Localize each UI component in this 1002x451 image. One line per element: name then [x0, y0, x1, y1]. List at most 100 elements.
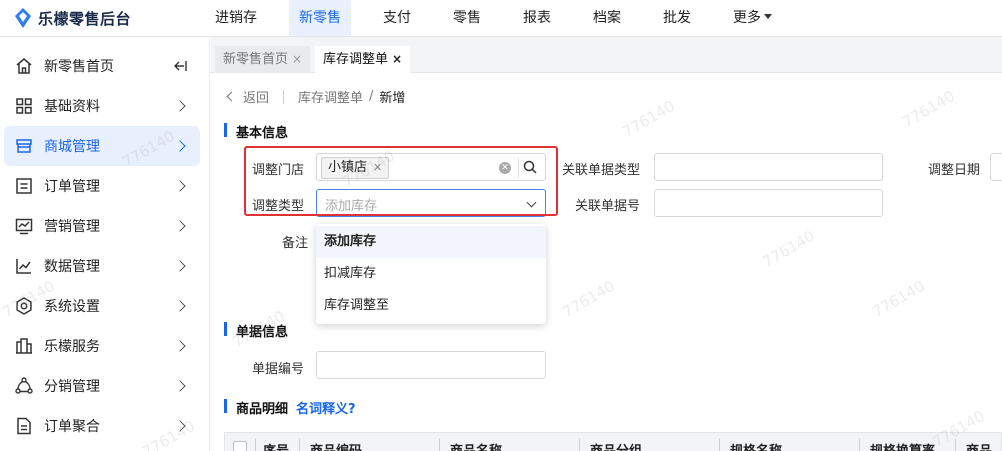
- nav-item-inventory[interactable]: 进销存: [205, 0, 267, 36]
- type-label: 调整类型: [252, 199, 305, 214]
- section-title-product-details: 商品明细 名词释义?: [224, 398, 356, 417]
- nav-item-archive[interactable]: 档案: [583, 0, 631, 36]
- building-icon: [16, 338, 32, 354]
- sidebar-item-basic-data[interactable]: 基础资料: [0, 86, 210, 126]
- settings-icon: [16, 297, 32, 315]
- nav-more-label: 更多: [733, 10, 761, 26]
- back-arrow-icon[interactable]: [226, 91, 237, 102]
- sidebar-item-data-management[interactable]: 数据管理: [0, 246, 210, 286]
- column-divider: [579, 439, 580, 451]
- related-type-label: 关联单据类型: [562, 163, 641, 178]
- sidebar-item-marketing-management[interactable]: 营销管理: [0, 206, 210, 246]
- sidebar-item-order-aggregation[interactable]: 订单聚合: [0, 406, 210, 446]
- grid-icon: [16, 98, 32, 114]
- sidebar-label: 乐檬服务: [44, 339, 100, 355]
- nav-item-retail[interactable]: 零售: [443, 0, 491, 36]
- nav-item-wholesale[interactable]: 批发: [653, 0, 701, 36]
- nav-item-more[interactable]: 更多: [723, 0, 782, 36]
- clear-icon[interactable]: ✕: [499, 162, 511, 174]
- adjust-type-dropdown: 添加库存 扣减库存 库存调整至: [316, 224, 546, 324]
- column-header-product-code: 商品编码: [310, 440, 362, 451]
- adjust-date-input[interactable]: [990, 153, 1002, 181]
- watermark: 776140: [899, 86, 958, 132]
- remark-label: 备注: [282, 236, 309, 251]
- home-icon: [16, 58, 32, 74]
- glossary-link[interactable]: 名词释义?: [296, 402, 356, 417]
- dropdown-option-add-stock[interactable]: 添加库存: [316, 226, 546, 258]
- chevron-right-icon: [174, 180, 186, 192]
- store-label: 调整门店: [252, 163, 305, 178]
- sidebar-item-distribution-management[interactable]: 分销管理: [0, 366, 210, 406]
- nav-item-reports[interactable]: 报表: [513, 0, 561, 36]
- tab-label: 库存调整单: [323, 52, 389, 67]
- sidebar-label: 基础资料: [44, 99, 100, 115]
- sidebar-label: 订单管理: [44, 179, 100, 195]
- sidebar-label: 新零售首页: [44, 59, 114, 75]
- column-divider: [955, 439, 956, 451]
- chevron-right-icon: [174, 300, 186, 312]
- related-no-input[interactable]: [654, 189, 883, 217]
- related-no-label: 关联单据号: [575, 199, 641, 214]
- store-select[interactable]: 小镇店 ✕ ✕: [316, 153, 546, 181]
- sidebar-label: 订单聚合: [44, 419, 100, 435]
- dropdown-option-adjust-to[interactable]: 库存调整至: [316, 290, 546, 322]
- chevron-right-icon: [174, 140, 186, 152]
- column-divider: [859, 439, 860, 451]
- sidebar-item-new-retail-home[interactable]: 新零售首页: [0, 46, 210, 86]
- adjust-type-select[interactable]: 添加库存: [316, 189, 546, 217]
- related-type-input[interactable]: [654, 153, 883, 181]
- doc-no-input[interactable]: [316, 351, 546, 379]
- dropdown-option-reduce-stock[interactable]: 扣减库存: [316, 258, 546, 290]
- search-divider: [518, 158, 519, 178]
- share-icon: [15, 377, 33, 394]
- select-all-checkbox[interactable]: [233, 441, 247, 451]
- sidebar-item-order-management[interactable]: 订单管理: [0, 166, 210, 206]
- chevron-right-icon: [174, 220, 186, 232]
- chevron-right-icon: [174, 420, 186, 432]
- monitor-chart-icon: [15, 218, 33, 235]
- chevron-right-icon: [174, 260, 186, 272]
- nav-item-new-retail[interactable]: 新零售: [289, 0, 351, 36]
- remove-tag-icon[interactable]: ✕: [373, 161, 382, 174]
- doc-no-label: 单据编号: [252, 362, 305, 377]
- product-table-header: 序号 商品编码 商品名称 商品分组 规格名称 规格换算率 商品: [224, 432, 1002, 451]
- close-icon[interactable]: ×: [392, 52, 402, 66]
- line-chart-icon: [16, 259, 31, 274]
- column-divider: [439, 439, 440, 451]
- chevron-right-icon: [174, 380, 186, 392]
- shop-icon: [16, 139, 32, 153]
- store-tag: 小镇店 ✕: [321, 157, 390, 179]
- column-divider: [299, 439, 300, 451]
- sidebar-item-lemeng-service[interactable]: 乐檬服务: [0, 326, 210, 366]
- sidebar-label: 商城管理: [44, 139, 100, 155]
- top-nav: 进销存 新零售 支付 零售 报表 档案 批发 更多: [205, 0, 804, 36]
- tab-stock-adjustment[interactable]: 库存调整单 ×: [315, 46, 411, 73]
- app-title: 乐檬零售后台: [38, 9, 132, 28]
- column-header-product-name: 商品名称: [450, 440, 502, 451]
- breadcrumb-divider: [283, 89, 285, 104]
- collapse-sidebar-icon[interactable]: [172, 60, 188, 72]
- watermark: 776140: [869, 276, 928, 322]
- chevron-right-icon: [174, 340, 186, 352]
- tab-new-retail-home[interactable]: 新零售首页 ×: [215, 46, 311, 73]
- section-title-document-info: 单据信息: [224, 321, 288, 340]
- page-tabs-bar: 新零售首页 × 库存调整单 ×: [211, 37, 1002, 73]
- breadcrumb-current: 新增: [379, 91, 406, 106]
- sidebar-item-mall-management[interactable]: 商城管理: [4, 126, 200, 166]
- watermark: 776140: [619, 96, 678, 142]
- sidebar-label: 数据管理: [44, 259, 100, 275]
- close-icon[interactable]: ×: [292, 52, 302, 66]
- app-logo[interactable]: 乐檬零售后台: [14, 7, 131, 29]
- chevron-right-icon: [174, 100, 186, 112]
- search-icon[interactable]: [523, 160, 537, 174]
- watermark: 776140: [559, 276, 618, 322]
- watermark: 776140: [759, 226, 818, 272]
- sidebar-label: 系统设置: [44, 299, 100, 315]
- adjust-type-placeholder: 添加库存: [325, 199, 378, 214]
- store-tag-label: 小镇店: [328, 160, 368, 175]
- sidebar-item-system-settings[interactable]: 系统设置: [0, 286, 210, 326]
- breadcrumb-parent[interactable]: 库存调整单: [298, 87, 363, 106]
- list-icon: [16, 178, 32, 194]
- back-link[interactable]: 返回: [243, 87, 269, 106]
- nav-item-payment[interactable]: 支付: [373, 0, 421, 36]
